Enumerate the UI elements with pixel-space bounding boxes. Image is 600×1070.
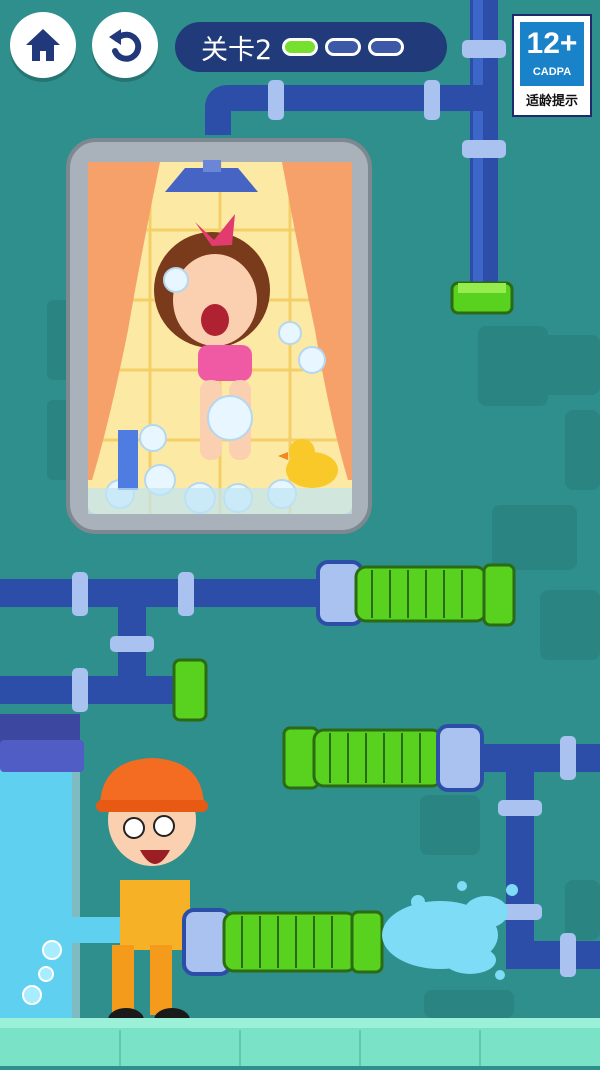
age-rating-hint: 适龄提示: [525, 94, 578, 109]
home-icon: [26, 29, 60, 61]
pipe-middle: [0, 572, 330, 722]
age-rating-box: 12+ CADPA: [520, 22, 584, 86]
water-spray: [382, 881, 518, 980]
bathroom-window: [66, 138, 372, 534]
age-rating-badge: 12+ CADPA 适龄提示: [512, 14, 592, 117]
level-stage-2: [325, 38, 362, 56]
level-indicator: 关卡2: [175, 22, 447, 72]
game-scene: [0, 0, 600, 1066]
worker-character: [96, 758, 208, 1032]
age-rating-org: CADPA: [532, 66, 572, 78]
level-stage-3: [368, 38, 405, 56]
restart-icon: [109, 29, 142, 62]
level-stage-1: [282, 38, 319, 56]
floor: [0, 1018, 600, 1066]
level-label: 关卡2: [201, 34, 273, 66]
age-rating-number: 12+: [526, 27, 578, 60]
home-button[interactable]: [10, 12, 76, 78]
hose-lower: [182, 908, 384, 976]
restart-button[interactable]: [92, 12, 158, 78]
game-board: [0, 0, 600, 1066]
hose-middle: [282, 724, 484, 792]
hose-upper: [316, 560, 516, 627]
